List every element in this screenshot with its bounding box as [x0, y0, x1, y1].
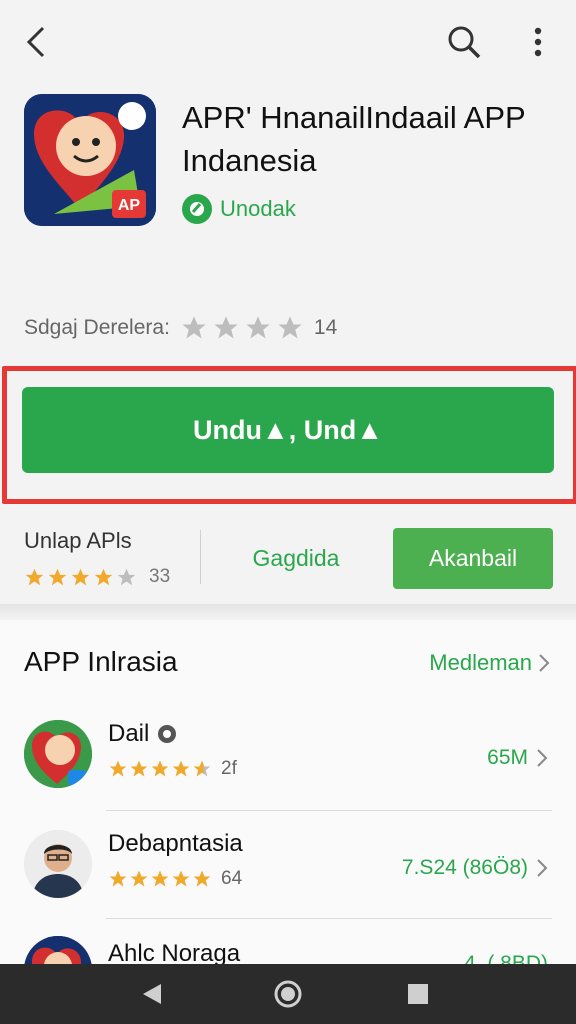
star-filled-icon	[109, 760, 127, 777]
similar-apps-label[interactable]: Unlap APls	[24, 528, 132, 554]
list-item-name: Dail	[108, 720, 150, 747]
star-filled-icon	[151, 870, 169, 887]
star-filled-icon	[48, 568, 67, 585]
star-filled-icon	[109, 870, 127, 887]
list-item[interactable]: Debapntasia 64 7.S24 (86Ö8)	[0, 830, 576, 940]
star-empty-icon	[278, 316, 302, 339]
verified-icon	[158, 725, 177, 743]
section-title: APP Inlrasia	[24, 646, 178, 677]
verified-developer-icon	[182, 194, 212, 224]
avatar	[24, 720, 92, 788]
secondary-action-button[interactable]: Gagdida	[226, 530, 366, 586]
list-item-size: 7.S24 (86Ö8)	[401, 856, 528, 879]
list-item-size: 4. ( 8BD)	[463, 952, 548, 964]
top-app-bar	[0, 0, 576, 84]
similar-apps-count: 33	[149, 566, 171, 587]
rating-count: 14	[313, 316, 338, 339]
install-button[interactable]: Undu▲, Und▲	[22, 387, 554, 473]
list-item-name: Debapntasia	[108, 830, 243, 857]
nav-back-icon[interactable]	[130, 974, 174, 1014]
star-empty-icon	[214, 316, 238, 339]
list-divider	[106, 810, 552, 811]
star-empty-icon	[182, 316, 206, 339]
chevron-right-icon	[537, 749, 548, 767]
chevron-right-icon	[539, 654, 550, 672]
developer-name: Unodak	[220, 196, 296, 221]
star-filled-icon	[130, 760, 148, 777]
avatar	[24, 936, 92, 964]
list-item-rating-count: 2f	[221, 758, 237, 779]
star-filled-icon	[94, 568, 113, 585]
developer-row[interactable]: Unodak	[182, 194, 296, 224]
back-arrow-icon[interactable]	[14, 20, 58, 64]
list-item-rating-count: 64	[221, 868, 243, 889]
star-half-icon	[193, 760, 211, 777]
list-item-size: 65M	[487, 746, 528, 769]
list-item[interactable]: Ahlc Noraga 4. ( 8BD)	[0, 936, 576, 964]
section-more-link[interactable]: Medleman	[429, 650, 550, 676]
avatar	[24, 830, 92, 898]
list-item-rating: 64	[108, 868, 242, 890]
star-filled-icon	[25, 568, 44, 585]
app-title: APR' HnanailIndaail APP Indanesia	[182, 100, 526, 178]
system-nav-bar	[0, 964, 576, 1024]
chevron-right-icon	[537, 859, 548, 877]
app-rating-row: Sdgaj Derelera: 14	[24, 314, 337, 342]
primary-action-button[interactable]: Akanbail	[393, 528, 553, 589]
star-filled-icon	[130, 870, 148, 887]
search-icon[interactable]	[442, 20, 486, 64]
nav-recents-icon[interactable]	[396, 974, 440, 1014]
star-filled-icon	[151, 760, 169, 777]
nav-home-icon[interactable]	[266, 974, 310, 1014]
star-filled-icon	[172, 870, 190, 887]
star-filled-icon	[193, 870, 211, 887]
rating-stars	[180, 314, 304, 342]
app-icon-badge-text: AP	[118, 197, 141, 214]
section-separator	[0, 604, 576, 620]
app-icon: AP	[24, 94, 156, 226]
star-filled-icon	[172, 760, 190, 777]
list-divider	[106, 918, 552, 919]
star-filled-icon	[71, 568, 90, 585]
actions-divider	[200, 530, 201, 584]
similar-apps-rating: 33	[24, 566, 170, 588]
list-item[interactable]: Dail 2f 65M	[0, 720, 576, 830]
rating-label: Sdgaj Derelera:	[24, 316, 170, 339]
list-item-name: Ahlc Noraga	[108, 940, 241, 964]
section-more-label: Medleman	[429, 650, 532, 675]
star-empty-icon	[117, 568, 136, 585]
more-vert-icon[interactable]	[518, 20, 558, 64]
star-empty-icon	[246, 316, 270, 339]
list-item-rating: 2f	[108, 758, 237, 780]
